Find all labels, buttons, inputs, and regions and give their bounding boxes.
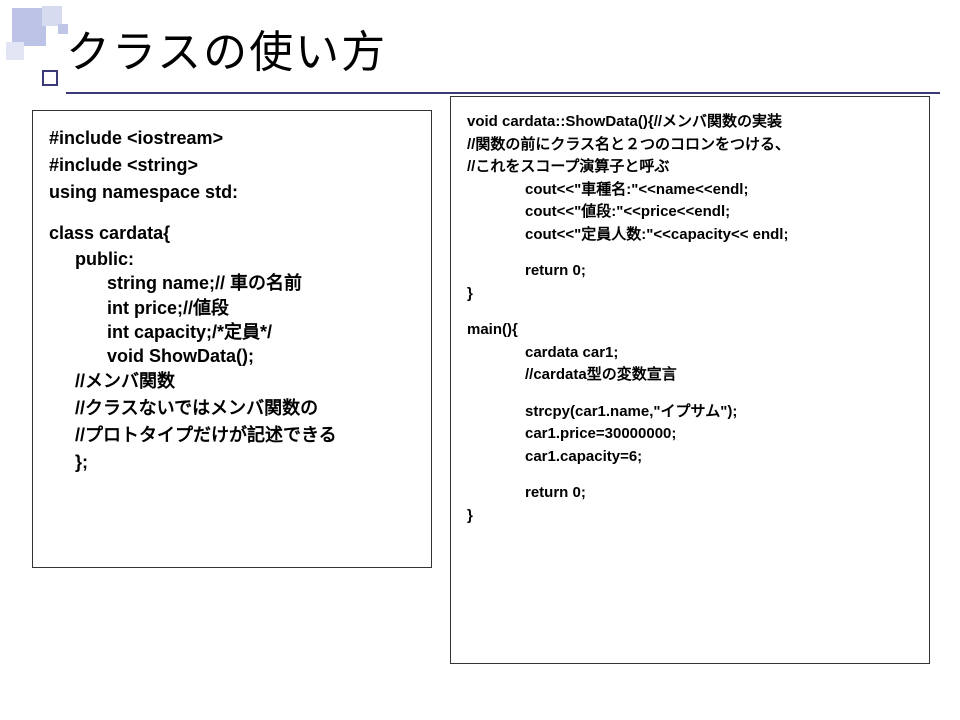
code-line: //クラスないではメンバ関数の — [49, 395, 415, 422]
code-line: cout<<"車種名:"<<name<<endl; — [467, 179, 913, 202]
code-line: void cardata::ShowData(){//メンバ関数の実装 — [467, 111, 913, 134]
code-line: //cardata型の変数宣言 — [467, 364, 913, 387]
code-line: cout<<"値段:"<<price<<endl; — [467, 201, 913, 224]
code-line: #include <string> — [49, 152, 415, 179]
code-box-right: void cardata::ShowData(){//メンバ関数の実装 //関数… — [450, 96, 930, 664]
code-line: car1.capacity=6; — [467, 446, 913, 469]
title-underline — [66, 92, 940, 94]
code-line: #include <iostream> — [49, 125, 415, 152]
code-line: car1.price=30000000; — [467, 423, 913, 446]
code-line: class cardata{ — [49, 220, 415, 247]
code-line: } — [467, 505, 913, 528]
title-area: クラスの使い方 — [66, 12, 940, 94]
code-line: cout<<"定員人数:"<<capacity<< endl; — [467, 224, 913, 247]
code-line: using namespace std: — [49, 179, 415, 206]
code-line: return 0; — [467, 482, 913, 505]
slide: クラスの使い方 #include <iostream> #include <st… — [0, 0, 960, 720]
code-line: string name;// 車の名前 — [49, 271, 415, 295]
code-line: //メンバ関数 — [49, 368, 415, 395]
content-columns: #include <iostream> #include <string> us… — [32, 110, 932, 664]
code-line: int price;//値段 — [49, 296, 415, 320]
code-line: //これをスコープ演算子と呼ぶ — [467, 156, 913, 179]
title-bullet-icon — [42, 70, 58, 86]
code-box-left: #include <iostream> #include <string> us… — [32, 110, 432, 568]
code-line: cardata car1; — [467, 342, 913, 365]
code-line: return 0; — [467, 260, 913, 283]
code-line: public: — [49, 247, 415, 271]
code-line: }; — [49, 449, 415, 476]
code-line: } — [467, 283, 913, 306]
code-line: strcpy(car1.name,"イプサム"); — [467, 401, 913, 424]
code-line: main(){ — [467, 319, 913, 342]
code-line: int capacity;/*定員*/ — [49, 320, 415, 344]
slide-title: クラスの使い方 — [66, 12, 940, 90]
code-line: //プロトタイプだけが記述できる — [49, 422, 415, 449]
code-line: void ShowData(); — [49, 344, 415, 368]
code-line: //関数の前にクラス名と２つのコロンをつける、 — [467, 134, 913, 157]
